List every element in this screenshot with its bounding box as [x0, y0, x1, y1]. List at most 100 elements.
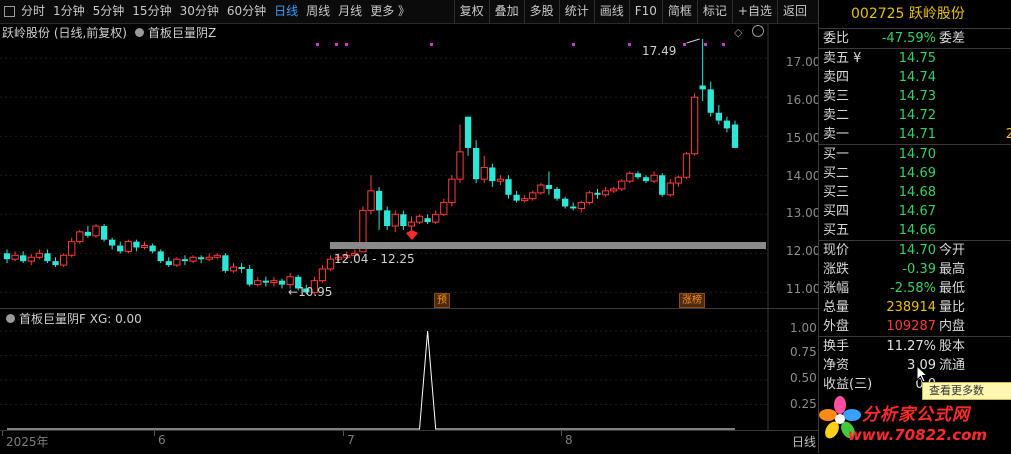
- diamond-icon[interactable]: ◇: [734, 26, 742, 39]
- period-tab-15min[interactable]: 15分钟: [128, 0, 175, 23]
- draw-line-button[interactable]: 画线: [593, 0, 629, 23]
- ask-price: 14.72: [898, 108, 936, 123]
- period-tab-5min[interactable]: 5分钟: [89, 0, 129, 23]
- fuquan-button[interactable]: 复权: [453, 0, 489, 23]
- quote-value: 109287: [886, 319, 936, 334]
- back-button[interactable]: 返回: [776, 0, 812, 23]
- candle-body: [157, 251, 164, 262]
- stock-title: 002725 跃岭股份: [819, 0, 1011, 29]
- bid-price: 14.66: [898, 223, 936, 238]
- candle-body: [715, 112, 722, 121]
- period-tab-daily[interactable]: 日线: [270, 0, 302, 23]
- candle-body: [464, 116, 472, 148]
- candle-body: [286, 276, 294, 286]
- period-tab-more[interactable]: 更多 》: [366, 0, 414, 23]
- period-tab-60min[interactable]: 60分钟: [223, 0, 270, 23]
- indicator-toggle-icon[interactable]: [6, 313, 15, 323]
- candle-body: [666, 182, 674, 196]
- statistics-button[interactable]: 统计: [558, 0, 594, 23]
- ask-row[interactable]: 卖三 14.73: [819, 87, 1011, 106]
- time-tick-label: 8: [565, 433, 573, 447]
- add-watchlist-button[interactable]: +自选: [731, 0, 777, 23]
- ask-row[interactable]: 卖四 14.74: [819, 68, 1011, 87]
- chart-toolbar: 分时 1分钟 5分钟 15分钟 30分钟 60分钟 日线 周线 月线 更多 》 …: [0, 0, 818, 24]
- ask-price: 14.74: [898, 70, 936, 85]
- bid-row[interactable]: 买二 14.69: [819, 164, 1011, 183]
- candle-body: [27, 256, 35, 262]
- bid-price: 14.68: [898, 185, 936, 200]
- candle-body: [570, 206, 577, 209]
- candle-body: [618, 180, 626, 190]
- candle-body: [650, 174, 658, 182]
- signal-dot: [704, 43, 707, 46]
- candle-body: [690, 96, 699, 155]
- candle-body: [391, 213, 399, 227]
- simple-frame-button[interactable]: 简框: [661, 0, 697, 23]
- weibi-row: 委比 -47.59% 委差: [819, 29, 1011, 48]
- f10-button[interactable]: F10: [628, 0, 662, 23]
- ask-row[interactable]: 卖五 ¥ 14.75: [819, 49, 1011, 68]
- bid-row[interactable]: 买四 14.67: [819, 202, 1011, 221]
- candle-body: [181, 259, 189, 262]
- period-selector: 分时 1分钟 5分钟 15分钟 30分钟 60分钟 日线 周线 月线 更多 》: [4, 0, 414, 23]
- range-bar: [330, 242, 766, 249]
- quote-label: 现价: [823, 243, 850, 258]
- quote-row: 外盘 109287 内盘: [819, 317, 1011, 336]
- expand-icon[interactable]: [752, 25, 764, 37]
- candle-body: [375, 190, 383, 211]
- signal-diamond-icon: [406, 230, 418, 240]
- signal-dot: [335, 43, 338, 46]
- period-tab-1min[interactable]: 1分钟: [49, 0, 89, 23]
- mark-button[interactable]: 标记: [696, 0, 732, 23]
- ask-label: 卖三: [823, 89, 850, 104]
- candle-body: [723, 120, 731, 129]
- candle-body: [117, 245, 124, 252]
- bid-list: 买一 14.70 买二 14.69 买三 14.68 买四 14.67 买五 1…: [819, 145, 1011, 240]
- price-tick: 15.00: [786, 131, 821, 145]
- weicha-label: 委差: [939, 31, 966, 46]
- quote-extra-label: 量比: [939, 300, 966, 315]
- period-tab-monthly[interactable]: 月线: [334, 0, 366, 23]
- candle-body: [634, 173, 642, 178]
- subchart-tick: 0.75: [790, 345, 817, 359]
- quote-row: 涨幅 -2.58% 最低: [819, 279, 1011, 298]
- layout-toggle-icon[interactable]: [4, 6, 15, 17]
- candle-body: [659, 175, 666, 195]
- indicator-toggle-icon[interactable]: [135, 27, 144, 37]
- bid-price: 14.69: [898, 166, 936, 181]
- candle-body: [205, 256, 213, 260]
- stock-period-label: 跃岭股份 (日线,前复权): [2, 25, 127, 40]
- time-tick-line: [154, 431, 155, 436]
- ask-row[interactable]: 卖一 14.71 2: [819, 125, 1011, 144]
- ask-list: 卖五 ¥ 14.75 卖四 14.74 卖三 14.73 卖二 14.72 卖一…: [819, 49, 1011, 144]
- period-tab-weekly[interactable]: 周线: [302, 0, 334, 23]
- bid-row[interactable]: 买五 14.66: [819, 221, 1011, 240]
- low-price-label: ←10.95: [288, 285, 333, 299]
- candle-body: [35, 252, 44, 258]
- signal-dot: [628, 43, 631, 46]
- bid-row[interactable]: 买一 14.70: [819, 145, 1011, 164]
- bid-label: 买三: [823, 185, 850, 200]
- indicator-name[interactable]: 首板巨量阴Z: [148, 24, 216, 41]
- overlay-button[interactable]: 叠加: [488, 0, 524, 23]
- candle-body: [415, 215, 424, 223]
- candle-body: [521, 198, 529, 202]
- period-tab-30min[interactable]: 30分钟: [176, 0, 223, 23]
- candle-body: [707, 89, 714, 113]
- finance-label: 换手: [823, 339, 850, 354]
- range-label: 12.04 - 12.25: [334, 252, 415, 266]
- ask-label: 卖一: [823, 127, 850, 142]
- signal-dot: [572, 43, 575, 46]
- logo-url: www.70822.com: [848, 426, 988, 444]
- multi-stock-button[interactable]: 多股: [523, 0, 559, 23]
- candle-body: [270, 280, 278, 284]
- ask-row[interactable]: 卖二 14.72: [819, 106, 1011, 125]
- signal-dot: [722, 43, 725, 46]
- ask-label: 卖二: [823, 108, 850, 123]
- period-tab-fenshi[interactable]: 分时: [17, 0, 49, 23]
- bid-row[interactable]: 买三 14.68: [819, 183, 1011, 202]
- price-tick: 17.00: [786, 55, 821, 69]
- quote-value: -0.39: [902, 262, 936, 277]
- marker-yu-badge[interactable]: 预: [434, 293, 450, 308]
- marker-zhangting-badge[interactable]: 涨榜: [679, 293, 705, 308]
